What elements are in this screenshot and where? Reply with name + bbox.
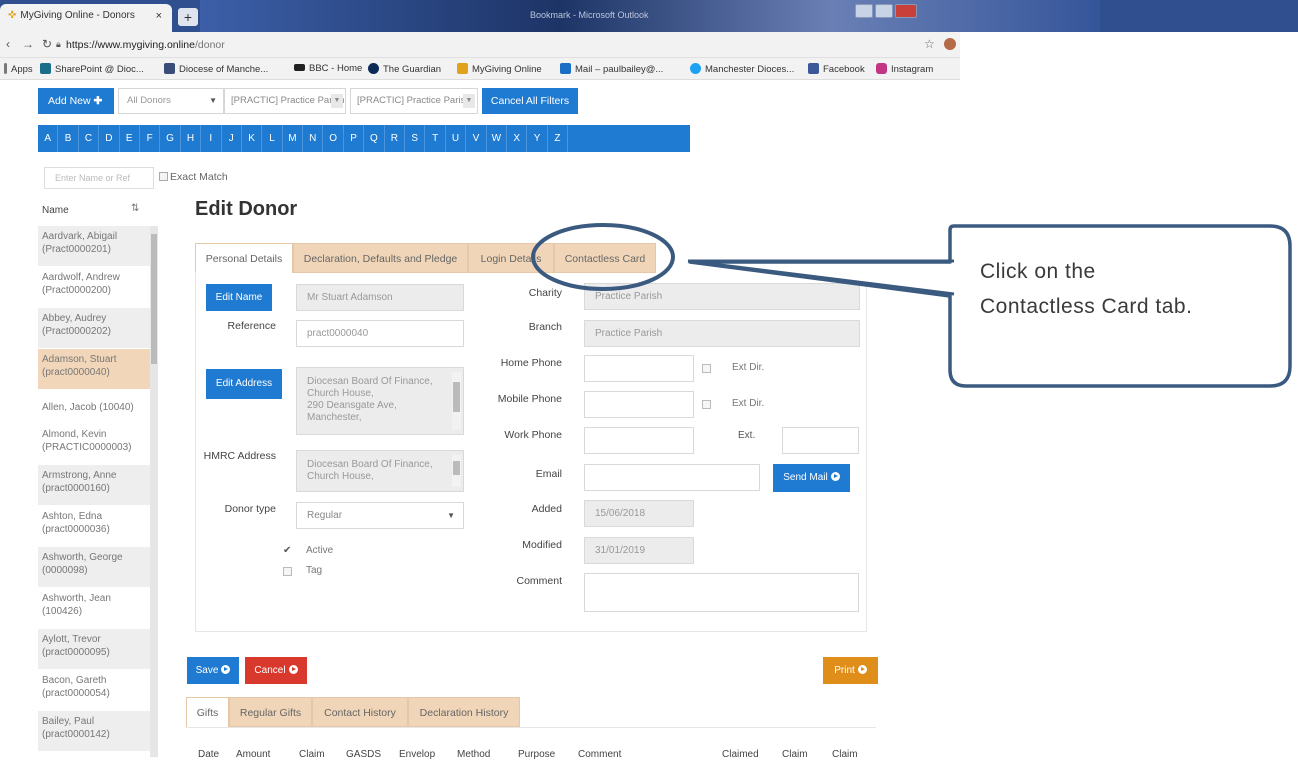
annotation-overlay xyxy=(531,223,1292,388)
callout-text: Click on the Contactless Card tab. xyxy=(980,260,1193,318)
highlight-ellipse xyxy=(531,223,675,291)
